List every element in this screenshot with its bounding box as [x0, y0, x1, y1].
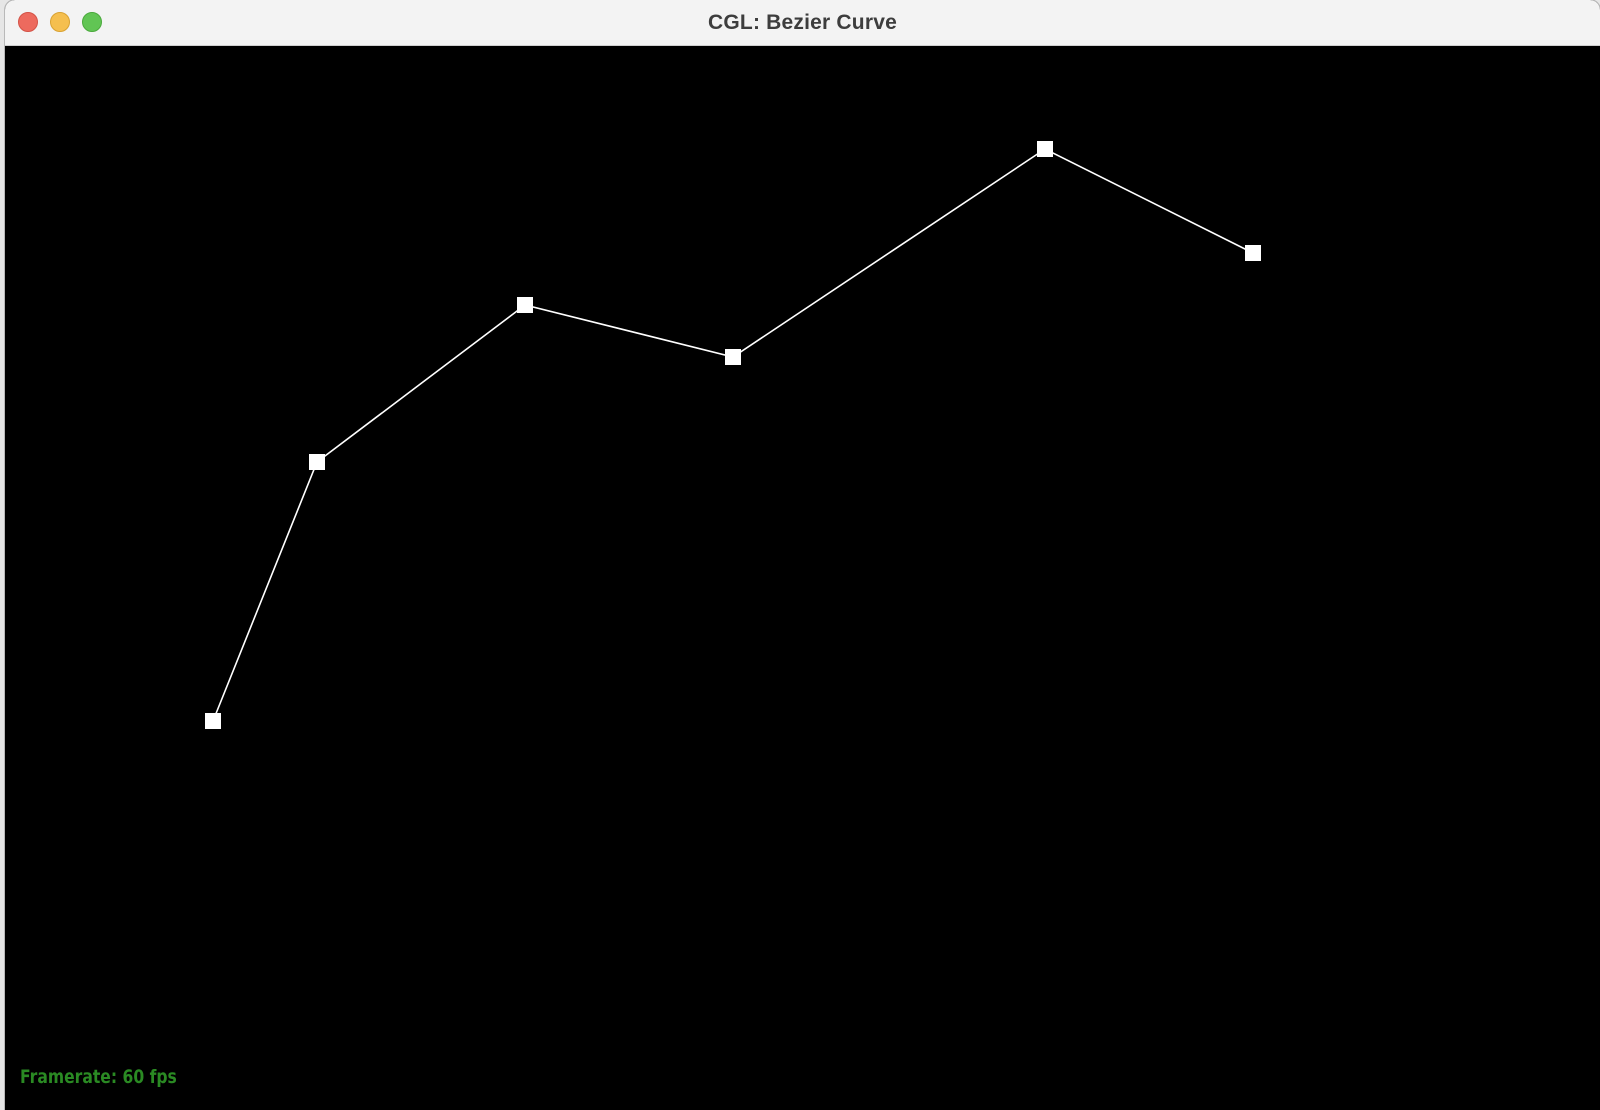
render-canvas[interactable]	[5, 46, 1600, 1110]
control-point[interactable]	[1245, 245, 1261, 261]
window-title: CGL: Bezier Curve	[708, 11, 897, 34]
control-point[interactable]	[309, 454, 325, 470]
control-point[interactable]	[725, 349, 741, 365]
control-polygon	[212, 148, 1254, 722]
control-point[interactable]	[205, 713, 221, 729]
control-point[interactable]	[517, 297, 533, 313]
app-window: CGL: Bezier Curve Framerate: 60 fps	[5, 0, 1600, 1110]
title-bar[interactable]: CGL: Bezier Curve	[5, 0, 1600, 46]
bezier-scene[interactable]	[5, 46, 1600, 1110]
control-point[interactable]	[1037, 141, 1053, 157]
framerate-label: Framerate: 60 fps	[20, 1066, 177, 1088]
